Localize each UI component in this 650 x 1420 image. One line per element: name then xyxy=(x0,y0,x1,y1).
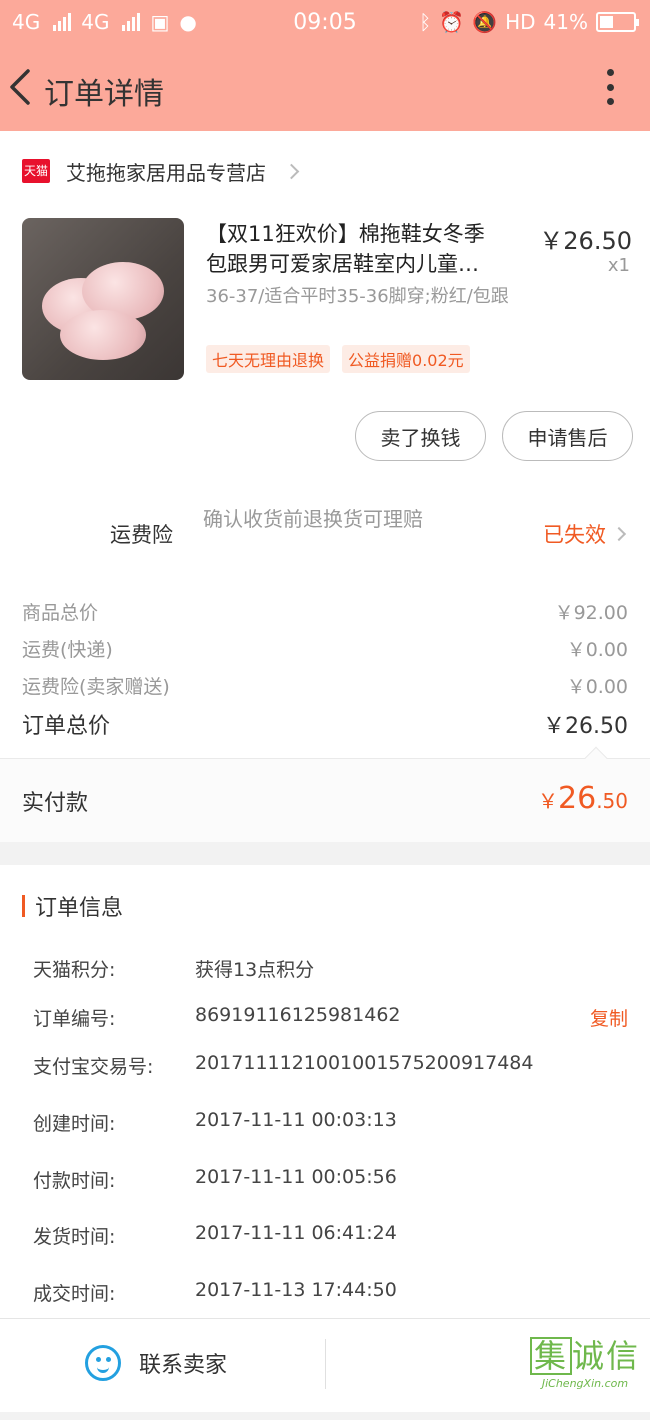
contact-seller-button[interactable]: 联系卖家 xyxy=(85,1345,227,1381)
info-value: 2017-11-11 00:05:56 xyxy=(195,1166,397,1188)
info-row-created: 创建时间: 2017-11-11 00:03:13 xyxy=(33,1109,628,1137)
info-row-points: 天猫积分: 获得13点积分 xyxy=(33,955,628,983)
system-indicators: ᛒ ⏰ 🔕 HD 41% xyxy=(419,10,639,34)
insurance-status-text: 已失效 xyxy=(543,523,606,547)
price-row-value: ￥0.00 xyxy=(566,676,628,698)
chevron-right-icon xyxy=(283,163,300,179)
battery-percent: 41% xyxy=(543,10,588,34)
sell-button[interactable]: 卖了换钱 xyxy=(355,411,486,461)
product-quantity: x1 xyxy=(607,255,630,276)
hd-indicator: HD xyxy=(505,10,536,34)
price-row-value: ￥92.00 xyxy=(554,602,628,624)
bottom-action-bar: 联系卖家 集诚信 JiChengXin.com xyxy=(0,1318,650,1412)
watermark-url: JiChengXin.com xyxy=(541,1377,629,1390)
alarm-icon: ⏰ xyxy=(439,10,465,34)
info-key: 发货时间: xyxy=(33,1226,116,1248)
store-link[interactable]: 天猫 艾拖拖家居用品专营店 xyxy=(22,156,300,186)
order-total-row: 订单总价 ￥26.50 xyxy=(22,708,628,740)
info-key: 付款时间: xyxy=(33,1170,116,1192)
chat-smiley-icon xyxy=(85,1345,121,1381)
info-key: 创建时间: xyxy=(33,1113,116,1135)
tmall-icon: 天猫 xyxy=(22,159,50,183)
info-key: 支付宝交易号: xyxy=(33,1056,154,1078)
product-sku: 36-37/适合平时35-36脚穿;粉红/包跟 xyxy=(206,286,509,307)
return-policy-tag: 七天无理由退换 xyxy=(206,345,331,373)
bluetooth-icon: ᛒ xyxy=(419,10,432,34)
order-info-section: 订单信息 天猫积分: 获得13点积分 订单编号: 869191161259814… xyxy=(0,865,650,1318)
order-total-value: ￥26.50 xyxy=(543,714,628,739)
mute-icon: 🔕 xyxy=(472,10,498,34)
insurance-status[interactable]: 已失效 xyxy=(543,519,627,549)
insurance-label: 运费险 xyxy=(110,523,173,547)
info-row-alipay-number: 支付宝交易号: 20171111210010015752009174​84 xyxy=(33,1052,628,1080)
page-title: 订单详情 xyxy=(44,77,164,112)
product-image[interactable] xyxy=(22,218,184,380)
divider xyxy=(325,1339,326,1389)
info-row-paid: 付款时间: 2017-11-11 00:05:56 xyxy=(33,1166,628,1194)
info-key: 天猫积分: xyxy=(33,959,116,981)
section-accent-bar xyxy=(22,895,25,917)
price-row: 商品总价 ￥92.00 xyxy=(22,598,628,625)
paid-decimal: .50 xyxy=(596,789,628,813)
contact-seller-label: 联系卖家 xyxy=(139,1353,228,1378)
product-title-line2: 包跟男可爱家居鞋室内儿童… xyxy=(206,252,479,276)
info-value: 2017-11-13 17:44:50 xyxy=(195,1279,397,1301)
price-row-value: ￥0.00 xyxy=(566,639,628,661)
price-row-label: 运费(快递) xyxy=(22,639,113,661)
paid-amount-section: 实付款 ￥26.50 xyxy=(0,746,650,842)
order-card: 天猫 艾拖拖家居用品专营店 【双11狂欢价】棉拖鞋女冬季 包跟男可爱家居鞋室内儿… xyxy=(0,131,650,841)
product-title[interactable]: 【双11狂欢价】棉拖鞋女冬季 包跟男可爱家居鞋室内儿童… xyxy=(206,219,526,279)
paid-integer: 26 xyxy=(558,781,597,816)
price-row-label: 运费险(卖家赠送) xyxy=(22,676,170,698)
order-info-header: 订单信息 xyxy=(22,890,123,922)
watermark-text: 诚信 xyxy=(571,1337,640,1375)
info-value: 86919116125981462 xyxy=(195,1004,401,1026)
info-row-shipped: 发货时间: 2017-11-11 06:41:24 xyxy=(33,1222,628,1250)
price-row: 运费(快递) ￥0.00 xyxy=(22,635,628,662)
info-value: 2017-11-11 00:03:13 xyxy=(195,1109,397,1131)
watermark-box-char: 集 xyxy=(529,1337,572,1375)
copy-button[interactable]: 复制 xyxy=(590,1004,628,1031)
info-row-order-number: 订单编号: 86919116125981462 复制 xyxy=(33,1004,628,1032)
status-bar: 4G 4G ▣ ● 09:05 ᛒ ⏰ 🔕 HD 41% xyxy=(0,0,650,45)
order-total-label: 订单总价 xyxy=(22,714,111,739)
product-tags: 七天无理由退换 公益捐赠0.02元 xyxy=(206,345,470,373)
price-row: 运费险(卖家赠送) ￥0.00 xyxy=(22,672,628,699)
charity-tag: 公益捐赠0.02元 xyxy=(342,345,470,373)
order-info-title: 订单信息 xyxy=(35,896,124,921)
insurance-desc: 确认收货前退换货可理赔 xyxy=(203,507,423,531)
price-row-label: 商品总价 xyxy=(22,602,99,624)
info-row-completed: 成交时间: 2017-11-13 17:44:50 xyxy=(33,1279,628,1307)
battery-icon xyxy=(596,12,639,32)
paid-currency: ￥ xyxy=(538,789,558,813)
more-options-icon[interactable] xyxy=(606,69,614,105)
store-name: 艾拖拖家居用品专营店 xyxy=(66,160,266,185)
paid-amount: ￥26.50 xyxy=(538,781,628,816)
watermark-logo: 集诚信 JiChengXin.com xyxy=(529,1331,640,1390)
battery-level xyxy=(600,16,614,28)
paid-label: 实付款 xyxy=(22,791,89,816)
product-title-line1: 【双11狂欢价】棉拖鞋女冬季 xyxy=(206,222,485,246)
product-price: ￥26.50 xyxy=(539,227,632,255)
nav-bar: 订单详情 xyxy=(0,45,650,131)
chevron-right-icon xyxy=(611,526,627,542)
back-arrow-icon[interactable] xyxy=(6,65,36,109)
info-key: 成交时间: xyxy=(33,1283,116,1305)
info-value: 2017-11-11 06:41:24 xyxy=(195,1222,397,1244)
after-sale-button[interactable]: 申请售后 xyxy=(502,411,633,461)
info-key: 订单编号: xyxy=(33,1008,116,1030)
info-value: 20171111210010015752009174​84 xyxy=(195,1052,534,1074)
info-value: 获得13点积分 xyxy=(195,959,315,981)
